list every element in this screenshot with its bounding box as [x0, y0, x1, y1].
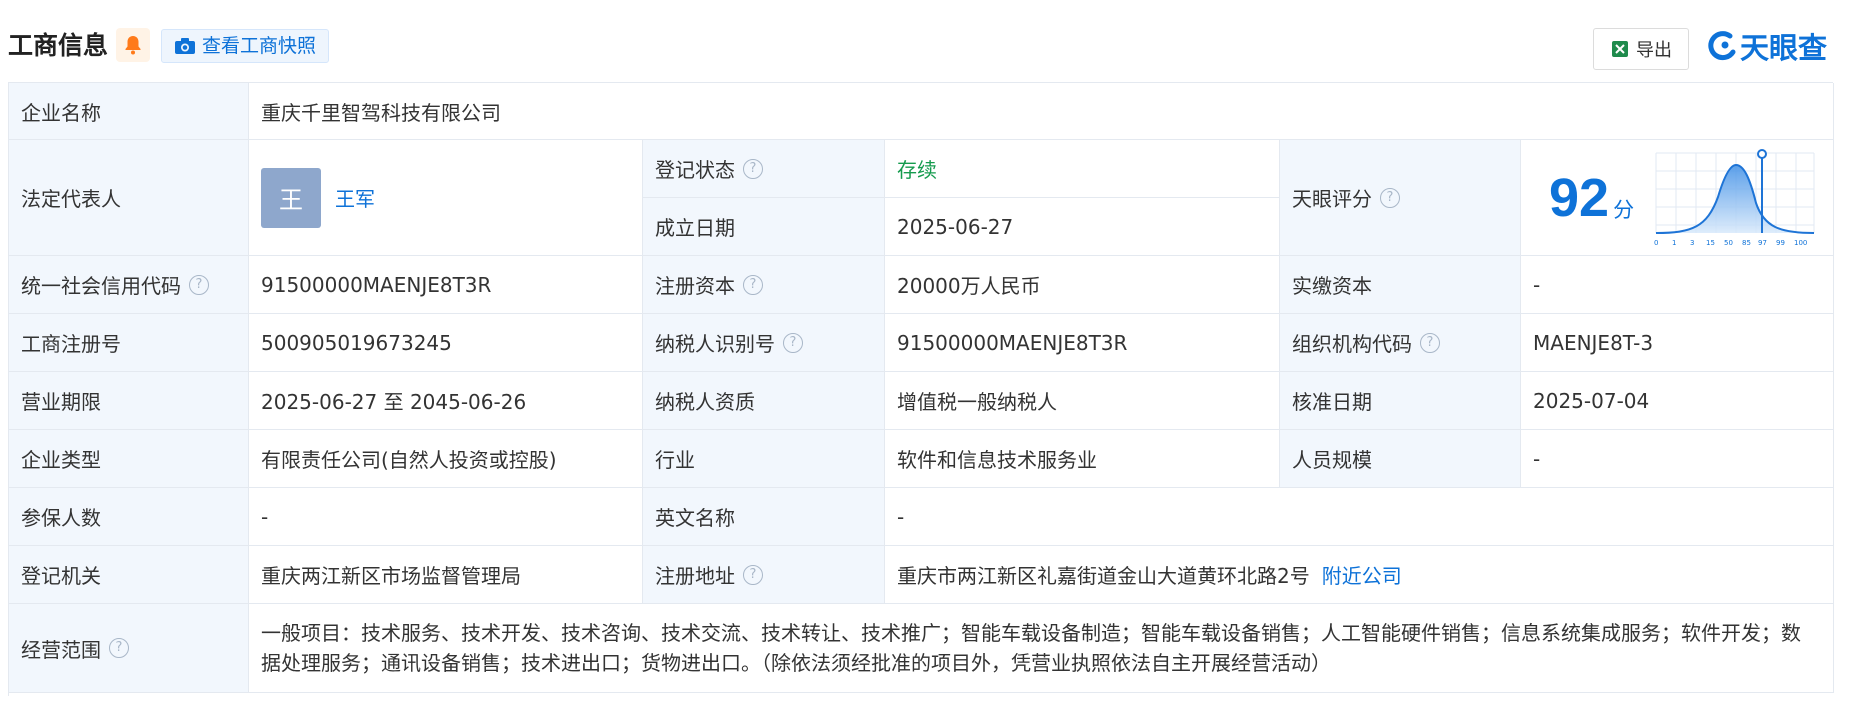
value-taxpayer-quality: 增值税一般纳税人 [885, 372, 1280, 430]
tick-label: 1 [1672, 239, 1676, 247]
value-staff-size: - [1521, 430, 1834, 488]
value-legal-rep: 王 王军 [249, 140, 643, 256]
value-tianyan-score[interactable]: 92 分 0 1 3 15 50 85 97 99 100 [1521, 140, 1834, 256]
label-paid-capital: 实缴资本 [1280, 256, 1521, 314]
tianyancha-logo: 天眼查 [1708, 26, 1827, 66]
label-business-scope-text: 经营范围 [21, 637, 101, 662]
label-taxpayer-quality: 纳税人资质 [643, 372, 885, 430]
label-tianyan-score-text: 天眼评分 [1292, 187, 1372, 211]
export-button[interactable]: 导出 [1593, 28, 1689, 70]
tick-label: 50 [1724, 239, 1733, 247]
label-reg-address-text: 注册地址 [655, 564, 735, 588]
value-org-code: MAENJE8T-3 [1521, 314, 1834, 372]
label-legal-rep: 法定代表人 [9, 140, 249, 256]
tick-label: 99 [1776, 239, 1785, 247]
help-icon[interactable]: ? [743, 564, 763, 585]
tick-label: 100 [1794, 239, 1807, 247]
avatar[interactable]: 王 [261, 167, 321, 228]
value-company-type: 有限责任公司(自然人投资或控股) [249, 430, 643, 488]
label-company-type: 企业类型 [9, 430, 249, 488]
help-icon[interactable]: ? [109, 638, 129, 658]
label-industry: 行业 [643, 430, 885, 488]
view-snapshot-label: 查看工商快照 [202, 35, 317, 57]
score-distribution-chart: 0 1 3 15 50 85 97 99 100 [1654, 148, 1815, 247]
value-found-date: 2025-06-27 [885, 198, 1280, 256]
value-insured-count: - [249, 488, 643, 546]
value-paid-capital: - [1521, 256, 1834, 314]
value-business-term: 2025-06-27 至 2045-06-26 [249, 372, 643, 430]
help-icon[interactable]: ? [783, 332, 803, 353]
logo-text: 天眼查 [1740, 31, 1828, 65]
nearby-companies-link[interactable]: 附近公司 [1322, 560, 1402, 589]
tick-label: 0 [1654, 239, 1658, 247]
label-reg-capital: 注册资本? [643, 256, 885, 314]
label-credit-code: 统一社会信用代码? [9, 256, 249, 314]
value-reg-number: 500905019673245 [249, 314, 643, 372]
reg-address-text: 重庆市两江新区礼嘉街道金山大道黄环北路2号 [897, 564, 1310, 588]
help-icon[interactable]: ? [743, 158, 763, 179]
label-reg-status: 登记状态? [643, 140, 885, 198]
label-reg-status-text: 登记状态 [655, 158, 735, 182]
label-reg-address: 注册地址? [643, 546, 885, 604]
value-reg-status: 存续 [885, 140, 1280, 198]
help-icon[interactable]: ? [743, 274, 763, 295]
section-title: 工商信息 [8, 31, 109, 60]
tick-label: 3 [1690, 239, 1694, 247]
label-staff-size: 人员规模 [1280, 430, 1521, 488]
label-english-name: 英文名称 [643, 488, 885, 546]
label-business-term: 营业期限 [9, 372, 249, 430]
label-reg-capital-text: 注册资本 [655, 274, 735, 298]
label-reg-number: 工商注册号 [9, 314, 249, 372]
camera-icon [175, 38, 195, 54]
label-approval-date: 核准日期 [1280, 372, 1521, 430]
value-credit-code: 91500000MAENJE8T3R [249, 256, 643, 314]
label-org-code-text: 组织机构代码 [1292, 332, 1412, 356]
legal-rep-link[interactable]: 王军 [335, 183, 375, 212]
value-reg-address: 重庆市两江新区礼嘉街道金山大道黄环北路2号 附近公司 [885, 546, 1834, 604]
tick-label: 15 [1706, 239, 1715, 247]
tick-label: 97 [1758, 239, 1767, 247]
label-credit-code-text: 统一社会信用代码 [21, 274, 181, 298]
label-insured-count: 参保人数 [9, 488, 249, 546]
label-found-date: 成立日期 [643, 198, 885, 256]
business-info-table: 企业名称 重庆千里智驾科技有限公司 法定代表人 王 王军 登记状态? 存续 成立… [8, 82, 1834, 696]
view-snapshot-button[interactable]: 查看工商快照 [161, 29, 330, 63]
label-tianyan-score: 天眼评分? [1280, 140, 1521, 256]
score-number: 92 [1549, 167, 1610, 228]
label-business-scope: 经营范围? [9, 604, 249, 693]
value-reg-capital: 20000万人民币 [885, 256, 1280, 314]
label-reg-authority: 登记机关 [9, 546, 249, 604]
label-taxpayer-id-text: 纳税人识别号 [655, 332, 775, 356]
value-company-name: 重庆千里智驾科技有限公司 [249, 83, 1834, 140]
score-unit: 分 [1613, 197, 1635, 222]
label-company-name: 企业名称 [9, 83, 249, 140]
value-approval-date: 2025-07-04 [1521, 372, 1834, 430]
logo-mark-icon [1708, 31, 1736, 61]
help-icon[interactable]: ? [1380, 187, 1400, 208]
help-icon[interactable]: ? [189, 274, 209, 295]
bell-icon[interactable] [116, 28, 150, 62]
section-header: 工商信息 查看工商快照 导出 天眼查 [8, 26, 1834, 70]
label-taxpayer-id: 纳税人识别号? [643, 314, 885, 372]
export-label: 导出 [1636, 40, 1672, 61]
excel-icon [1612, 41, 1628, 57]
value-reg-authority: 重庆两江新区市场监督管理局 [249, 546, 643, 604]
value-english-name: - [885, 488, 1834, 546]
value-taxpayer-id: 91500000MAENJE8T3R [885, 314, 1280, 372]
label-org-code: 组织机构代码? [1280, 314, 1521, 372]
tick-label: 85 [1742, 239, 1751, 247]
value-business-scope: 一般项目：技术服务、技术开发、技术咨询、技术交流、技术转让、技术推广；智能车载设… [249, 604, 1834, 693]
help-icon[interactable]: ? [1420, 332, 1440, 353]
value-industry: 软件和信息技术服务业 [885, 430, 1280, 488]
